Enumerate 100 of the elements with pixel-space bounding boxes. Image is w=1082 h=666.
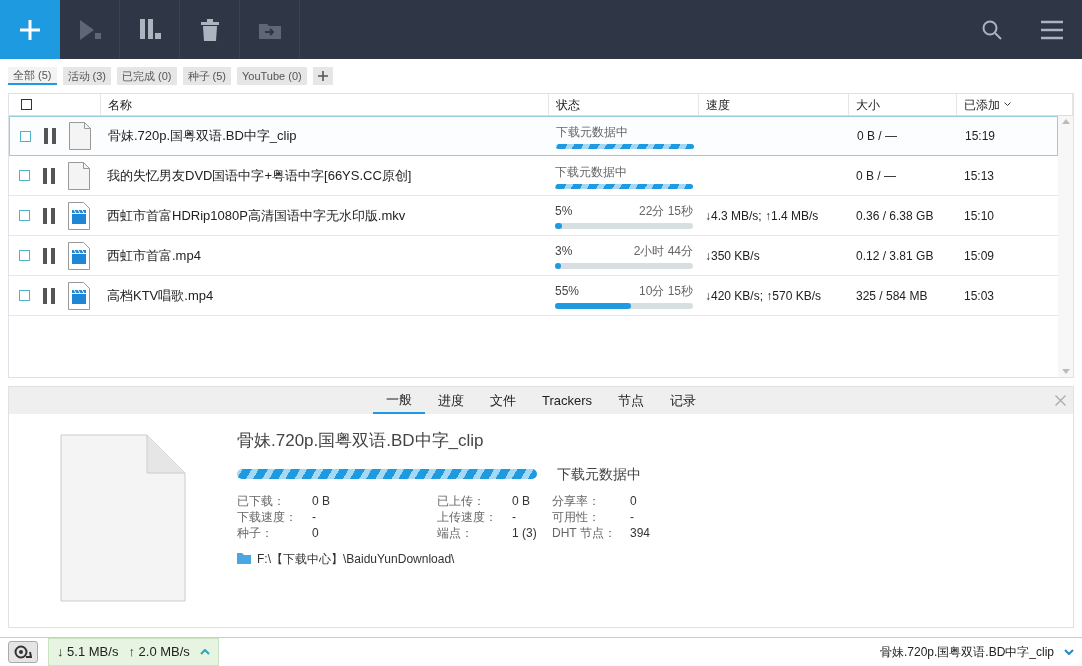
added-time: 15:03: [964, 287, 995, 305]
percent-text: 3%: [555, 243, 573, 260]
row-checkbox[interactable]: [20, 130, 31, 142]
column-header[interactable]: 名称: [108, 95, 132, 114]
stat-value: -: [630, 508, 635, 525]
percent-text: 5%: [555, 203, 573, 220]
save-path[interactable]: F:\【下载中心】\BaiduYunDownload\: [257, 549, 455, 568]
select-all-checkbox[interactable]: [21, 99, 32, 110]
search-icon: [982, 19, 1002, 40]
stat-value: 1 (3): [512, 524, 538, 541]
pause-icon: [137, 17, 162, 42]
filter-tab[interactable]: 已完成 (0): [117, 67, 177, 85]
stat-value: 0: [630, 492, 638, 509]
filter-tab[interactable]: 种子 (5): [182, 67, 231, 85]
stat-value: 394: [630, 524, 652, 541]
folder-icon: [237, 553, 251, 564]
size-text: 0.36 / 6.38 GB: [856, 207, 934, 225]
download-row[interactable]: 西虹市首富HDRip1080P高清国语中字无水印版.mkv 5% 22分 15秒 ↓4.3 MB/s; ↑1.4 MB/s 0.36 / 6.38 GB 15:10: [9, 196, 1058, 236]
filter-tab[interactable]: 全部 (5): [8, 67, 57, 85]
status-text: 下载元数据中: [557, 464, 641, 484]
pause-icon[interactable]: [43, 247, 55, 264]
stat-value: 0: [312, 524, 320, 541]
file-icon: [69, 122, 91, 150]
plus-icon: [317, 71, 328, 81]
column-header[interactable]: 速度: [706, 95, 730, 114]
speed-text: ↓350 KB/s: [705, 247, 760, 265]
stat-label: 已上传：: [437, 492, 486, 509]
video-file-icon: [68, 281, 90, 310]
current-download: 骨妹.720p.国粤双语.BD中字_clip: [879, 644, 1054, 661]
trash-icon: [199, 18, 220, 41]
details-tab[interactable]: 记录: [657, 387, 710, 414]
filter-tab[interactable]: YouTube (0): [237, 67, 307, 85]
size-text: 325 / 584 MB: [856, 287, 928, 305]
percent-text: 55%: [555, 283, 580, 300]
stat-value: 0 B: [312, 492, 331, 509]
filter-tab[interactable]: 活动 (3): [62, 67, 111, 85]
eta-text: 10分 15秒: [638, 283, 693, 300]
plus-icon: [19, 18, 41, 41]
stat-label: 已下载：: [237, 492, 286, 509]
stat-label: 分享率：: [552, 492, 601, 509]
snail-icon: [14, 645, 32, 659]
eta-text: 22分 15秒: [638, 203, 693, 220]
added-time: 15:10: [964, 207, 995, 225]
stat-value: -: [512, 508, 517, 525]
pause-icon[interactable]: [43, 167, 55, 184]
pause-icon[interactable]: [44, 128, 56, 144]
file-name: 高档KTV唱歌.mp4: [107, 286, 214, 305]
added-time: 15:09: [964, 247, 995, 265]
column-header[interactable]: 状态: [556, 95, 580, 114]
stat-label: DHT 节点：: [552, 524, 617, 541]
file-name: 骨妹.720p.国粤双语.BD中字_clip: [108, 127, 297, 146]
speed-limit-button[interactable]: [8, 641, 38, 663]
row-checkbox[interactable]: [19, 250, 30, 261]
speed-panel[interactable]: ↓ 5.1 MB/s ↑ 2.0 MB/s: [48, 638, 219, 666]
stat-value: -: [312, 508, 317, 525]
size-text: 0 B / —: [856, 167, 896, 185]
added-time: 15:13: [964, 167, 995, 185]
size-text: 0 B / —: [857, 128, 897, 145]
large-file-icon: [60, 434, 186, 602]
download-speed: ↓ 5.1 MB/s: [57, 643, 119, 662]
play-icon: [77, 17, 102, 42]
row-checkbox[interactable]: [19, 170, 30, 181]
download-row[interactable]: 骨妹.720p.国粤双语.BD中字_clip 下载元数据中 0 B / — 15:19: [9, 116, 1058, 156]
add-button[interactable]: [0, 0, 60, 59]
video-file-icon: [68, 241, 90, 270]
file-name: 我的失忆男友DVD国语中字+粤语中字[66YS.CC原创]: [107, 166, 412, 185]
row-checkbox[interactable]: [19, 210, 30, 221]
download-row[interactable]: 西虹市首富.mp4 3% 2小时 44分 ↓350 KB/s 0.12 / 3.81 GB 15:09: [9, 236, 1058, 276]
close-icon: [1054, 394, 1066, 406]
details-tab[interactable]: 一般: [372, 387, 425, 414]
column-header[interactable]: 大小: [856, 95, 880, 114]
file-icon: [68, 161, 90, 190]
menu-icon: [1041, 19, 1063, 40]
details-title: 骨妹.720p.国粤双语.BD中字_clip: [237, 430, 485, 452]
details-tab[interactable]: 节点: [605, 387, 658, 414]
status-text: 下载元数据中: [555, 163, 628, 181]
details-tab[interactable]: 进度: [424, 387, 477, 414]
speed-text: ↓420 KB/s; ↑570 KB/s: [705, 287, 822, 305]
add-filter-button[interactable]: [312, 67, 333, 85]
file-name: 西虹市首富HDRip1080P高清国语中字无水印版.mkv: [107, 206, 406, 225]
stat-label: 上传速度：: [437, 508, 498, 525]
sort-caret-icon: [1004, 102, 1011, 107]
upload-speed: ↑ 2.0 MB/s: [128, 643, 190, 662]
download-row[interactable]: 高档KTV唱歌.mp4 55% 10分 15秒 ↓420 KB/s; ↑570 KB/s 325 / 584 MB 15:03: [9, 276, 1058, 316]
download-row[interactable]: 我的失忆男友DVD国语中字+粤语中字[66YS.CC原创] 下载元数据中 0 B / — 15:13: [9, 156, 1058, 196]
pause-icon[interactable]: [43, 287, 55, 304]
stat-label: 可用性：: [552, 508, 601, 525]
file-name: 西虹市首富.mp4: [107, 246, 201, 265]
row-checkbox[interactable]: [19, 290, 30, 301]
stat-label: 端点：: [437, 524, 474, 541]
pause-icon[interactable]: [43, 207, 55, 224]
video-file-icon: [68, 201, 90, 230]
details-tab[interactable]: 文件: [476, 387, 529, 414]
stat-label: 下载速度：: [237, 508, 298, 525]
column-header[interactable]: 已添加: [964, 95, 1000, 114]
status-text: 下载元数据中: [556, 124, 629, 141]
stat-label: 种子：: [237, 524, 274, 541]
chevron-up-icon: [199, 649, 210, 655]
chevron-down-icon[interactable]: [1064, 649, 1074, 655]
details-tab[interactable]: Trackers: [528, 387, 606, 414]
